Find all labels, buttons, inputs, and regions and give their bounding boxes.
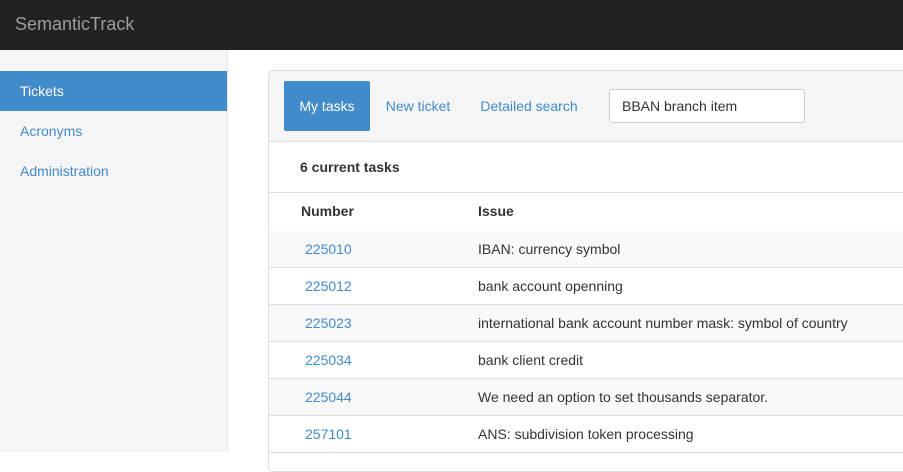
tasks-panel: My tasks New ticket Detailed search 6 cu… (268, 70, 903, 472)
sidebar-item-administration[interactable]: Administration (0, 151, 227, 191)
main-content: My tasks New ticket Detailed search 6 cu… (228, 50, 903, 472)
issue-text: We need an option to set thousands separ… (478, 389, 769, 405)
table-row: 225044 We need an option to set thousand… (269, 379, 903, 416)
issue-text: bank account openning (478, 278, 623, 294)
search-input[interactable] (609, 89, 805, 123)
table-row: 225034 bank client credit (269, 342, 903, 379)
task-count: 6 current tasks (300, 159, 400, 175)
table-row: 257101 ANS: subdivision token processing (269, 416, 903, 453)
issue-text: ANS: subdivision token processing (478, 426, 694, 442)
ticket-number-link[interactable]: 225010 (305, 241, 352, 257)
ticket-number-link[interactable]: 257101 (305, 426, 352, 442)
ticket-number-link[interactable]: 225034 (305, 352, 352, 368)
ticket-number-link[interactable]: 225044 (305, 389, 352, 405)
sidebar: Tickets Acronyms Administration (0, 50, 228, 452)
ticket-number-link[interactable]: 225023 (305, 315, 352, 331)
app-brand[interactable]: SemanticTrack (15, 14, 134, 35)
tab-detailed-search[interactable]: Detailed search (467, 81, 591, 131)
top-navbar: SemanticTrack (0, 0, 903, 50)
issue-text: international bank account number mask: … (478, 315, 848, 331)
column-header-issue: Issue (478, 203, 514, 219)
issue-text: bank client credit (478, 352, 584, 368)
sidebar-item-tickets[interactable]: Tickets (0, 71, 227, 111)
tab-new-ticket[interactable]: New ticket (373, 81, 463, 131)
table-header: Number Issue (269, 192, 903, 233)
panel-header: My tasks New ticket Detailed search (269, 71, 903, 142)
table-row: 225010 IBAN: currency symbol (269, 231, 903, 268)
column-header-number: Number (301, 203, 354, 219)
sidebar-item-acronyms[interactable]: Acronyms (0, 111, 227, 151)
table-row: 225023 international bank account number… (269, 305, 903, 342)
ticket-number-link[interactable]: 225012 (305, 278, 352, 294)
issue-text: IBAN: currency symbol (478, 241, 621, 257)
table-row: 225012 bank account openning (269, 268, 903, 305)
tab-my-tasks[interactable]: My tasks (284, 81, 370, 131)
